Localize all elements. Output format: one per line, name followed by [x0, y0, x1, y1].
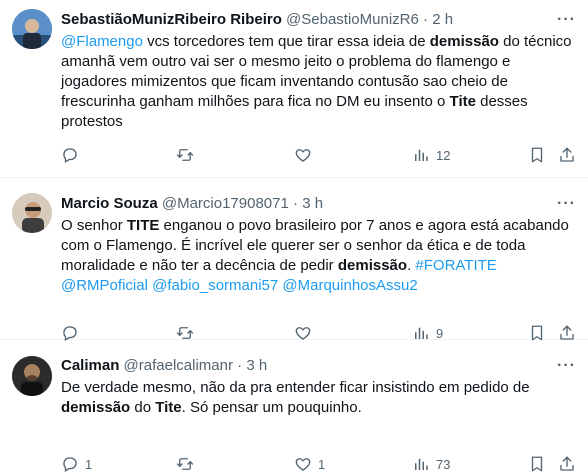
timestamp[interactable]: 3 h	[246, 357, 267, 374]
avatar[interactable]	[12, 9, 52, 49]
text-span: . Só pensar um pouquinho.	[181, 399, 362, 416]
share-button[interactable]	[558, 454, 576, 474]
like-button[interactable]: 1	[294, 454, 325, 474]
like-icon	[294, 455, 312, 473]
share-button[interactable]	[558, 145, 576, 165]
more-icon[interactable]: ···	[557, 10, 576, 30]
retweet-icon	[176, 455, 194, 473]
tweet-text: O senhor TITE enganou o povo brasileiro …	[61, 216, 576, 296]
timestamp[interactable]: 2 h	[432, 11, 453, 28]
views-count: 73	[436, 456, 451, 472]
avatar[interactable]	[12, 193, 52, 233]
mention-link[interactable]: #FORATITE	[415, 257, 496, 274]
author-handle[interactable]: @rafaelcalimanr	[124, 357, 233, 374]
more-icon[interactable]: ···	[557, 356, 576, 376]
tweet[interactable]: Marcio Souza @Marcio17908071 · 3 h ··· O s…	[0, 178, 588, 341]
like-count: 1	[318, 456, 326, 472]
author-handle[interactable]: @Marcio17908071	[162, 195, 289, 212]
text-span: De verdade mesmo, não da pra entender fi…	[61, 379, 530, 396]
views-count: 12	[436, 147, 451, 163]
tweet[interactable]: SebastiãoMunizRibeiro Ribeiro @SebastioM…	[0, 0, 588, 178]
text-span: do	[130, 399, 156, 416]
tweet-header: SebastiãoMunizRibeiro Ribeiro @SebastioM…	[61, 10, 576, 30]
tweet-text: @Flamengo vcs torcedores tem que tirar e…	[61, 32, 576, 132]
mention-link[interactable]: @MarquinhosAssu2	[282, 277, 417, 294]
reply-icon	[61, 146, 79, 164]
tweet-body: Marcio Souza @Marcio17908071 · 3 h ··· O s…	[61, 194, 576, 341]
more-icon[interactable]: ···	[557, 194, 576, 214]
tweet-body: SebastiãoMunizRibeiro Ribeiro @SebastioM…	[61, 10, 576, 163]
text-span: vcs torcedores tem que tirar essa ideia …	[142, 33, 430, 50]
tweet-text: De verdade mesmo, não da pra entender fi…	[61, 378, 576, 418]
highlight-text: TITE	[126, 217, 160, 234]
reply-count: 1	[85, 456, 93, 472]
text-span: O senhor	[61, 217, 127, 234]
like-button[interactable]	[294, 145, 312, 165]
separator-dot: ·	[237, 357, 243, 374]
mention-link[interactable]: @Flamengo	[61, 33, 143, 50]
retweet-button[interactable]	[176, 454, 194, 474]
bookmark-icon	[528, 455, 546, 473]
views-count: 9	[436, 325, 444, 341]
separator-dot: ·	[293, 195, 299, 212]
views-icon	[412, 455, 430, 473]
reply-button[interactable]: 1	[61, 454, 92, 474]
highlight-text: Tite	[155, 399, 182, 416]
views-button[interactable]: 73	[412, 454, 450, 474]
retweet-button[interactable]	[176, 145, 194, 165]
share-icon	[558, 146, 576, 164]
author-name[interactable]: Marcio Souza	[61, 195, 158, 212]
share-icon	[558, 455, 576, 473]
mention-link[interactable]: @RMPoficial	[61, 277, 148, 294]
like-icon	[294, 146, 312, 164]
tweet-header: Marcio Souza @Marcio17908071 · 3 h ···	[61, 194, 576, 214]
timeline: SebastiãoMunizRibeiro Ribeiro @SebastioM…	[0, 0, 588, 472]
highlight-text: Tite	[449, 93, 476, 110]
author-name[interactable]: Caliman	[61, 357, 119, 374]
author-handle[interactable]: @SebastioMunizR6	[286, 11, 419, 28]
tweet-body: Caliman @rafaelcalimanr · 3 h ··· De verda…	[61, 356, 576, 472]
avatar[interactable]	[12, 356, 52, 396]
bookmark-button[interactable]	[528, 145, 546, 165]
retweet-icon	[176, 146, 194, 164]
bookmark-icon	[528, 146, 546, 164]
reply-icon	[61, 455, 79, 473]
highlight-text: demissão	[61, 399, 131, 416]
action-bar: 1 1 73	[61, 454, 576, 474]
author-name[interactable]: SebastiãoMunizRibeiro Ribeiro	[61, 11, 282, 28]
views-button[interactable]: 12	[412, 145, 450, 165]
action-bar: 12	[61, 145, 576, 165]
separator-dot: ·	[423, 11, 429, 28]
tweet[interactable]: Caliman @rafaelcalimanr · 3 h ··· De verda…	[0, 340, 588, 472]
highlight-text: demissão	[429, 33, 499, 50]
bookmark-button[interactable]	[528, 454, 546, 474]
tweet-header: Caliman @rafaelcalimanr · 3 h ···	[61, 356, 576, 376]
reply-button[interactable]	[61, 145, 79, 165]
views-icon	[412, 146, 430, 164]
highlight-text: demissão	[337, 257, 408, 274]
mention-link[interactable]: @fabio_sormani57	[152, 277, 278, 294]
timestamp[interactable]: 3 h	[302, 195, 323, 212]
